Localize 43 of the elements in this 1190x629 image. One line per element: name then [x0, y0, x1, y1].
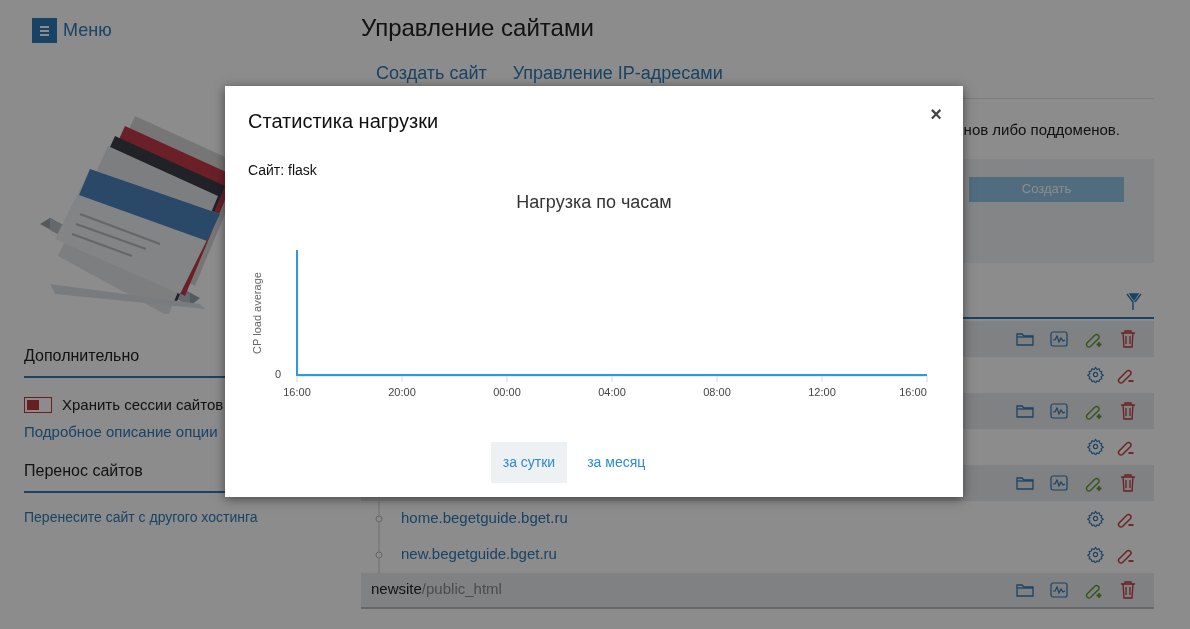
trash-icon[interactable] — [1120, 401, 1136, 420]
tab[interactable]: Управление IP-адресами — [512, 62, 723, 84]
x-tick-label: 08:00 — [703, 386, 731, 398]
trash-icon[interactable] — [1120, 473, 1136, 492]
settings-icon[interactable] — [1087, 438, 1104, 455]
folder-icon[interactable] — [1016, 475, 1034, 490]
transfer-link[interactable]: Перенесите сайт с другого хостинга — [24, 507, 361, 528]
domain-link[interactable]: home.begetguide.bget.ru — [401, 507, 568, 530]
period-button[interactable]: за месяц — [575, 442, 658, 483]
activity-chart-icon[interactable] — [1050, 330, 1068, 347]
activity-chart-icon[interactable] — [1050, 402, 1068, 419]
dialog-title: Статистика нагрузки — [248, 109, 439, 134]
close-button[interactable]: × — [930, 104, 942, 124]
activity-chart-icon[interactable] — [1050, 581, 1068, 598]
domain-link[interactable]: new.begetguide.bget.ru — [401, 543, 557, 566]
description-text: нов либо поддоменов. — [963, 120, 1120, 140]
settings-icon[interactable] — [1087, 366, 1104, 383]
x-tick-label: 12:00 — [808, 386, 836, 398]
activity-chart-icon[interactable] — [1050, 474, 1068, 491]
x-tick-label: 04:00 — [598, 386, 626, 398]
site-path[interactable]: newsite/public_html — [371, 578, 502, 601]
tab[interactable]: Создать сайт — [376, 62, 487, 84]
menu-button[interactable]: Меню — [32, 17, 361, 44]
menu-icon — [32, 18, 57, 43]
x-tick-label: 00:00 — [493, 386, 521, 398]
session-toggle[interactable] — [24, 397, 52, 414]
folder-icon[interactable] — [1016, 331, 1034, 346]
chart-title: Нагрузка по часам — [516, 191, 672, 214]
settings-icon[interactable] — [1087, 546, 1104, 563]
toggle-label: Хранить сессии сайтов — [62, 395, 224, 415]
page-title: Управление сайтами — [361, 13, 595, 43]
site-label: Сайт: flask — [248, 161, 318, 180]
folder-icon[interactable] — [1016, 403, 1034, 418]
x-tick-label: 16:00 — [283, 386, 311, 398]
settings-icon[interactable] — [1087, 510, 1104, 527]
filter-icon[interactable] — [1126, 292, 1142, 311]
x-tick-label: 20:00 — [388, 386, 416, 398]
trash-icon[interactable] — [1120, 580, 1136, 599]
folder-icon[interactable] — [1016, 582, 1034, 597]
trash-icon[interactable] — [1120, 329, 1136, 348]
period-button[interactable]: за сутки — [490, 442, 568, 483]
x-tick-label: 16:00 — [899, 386, 927, 398]
y-tick-label: 0 — [274, 368, 281, 380]
